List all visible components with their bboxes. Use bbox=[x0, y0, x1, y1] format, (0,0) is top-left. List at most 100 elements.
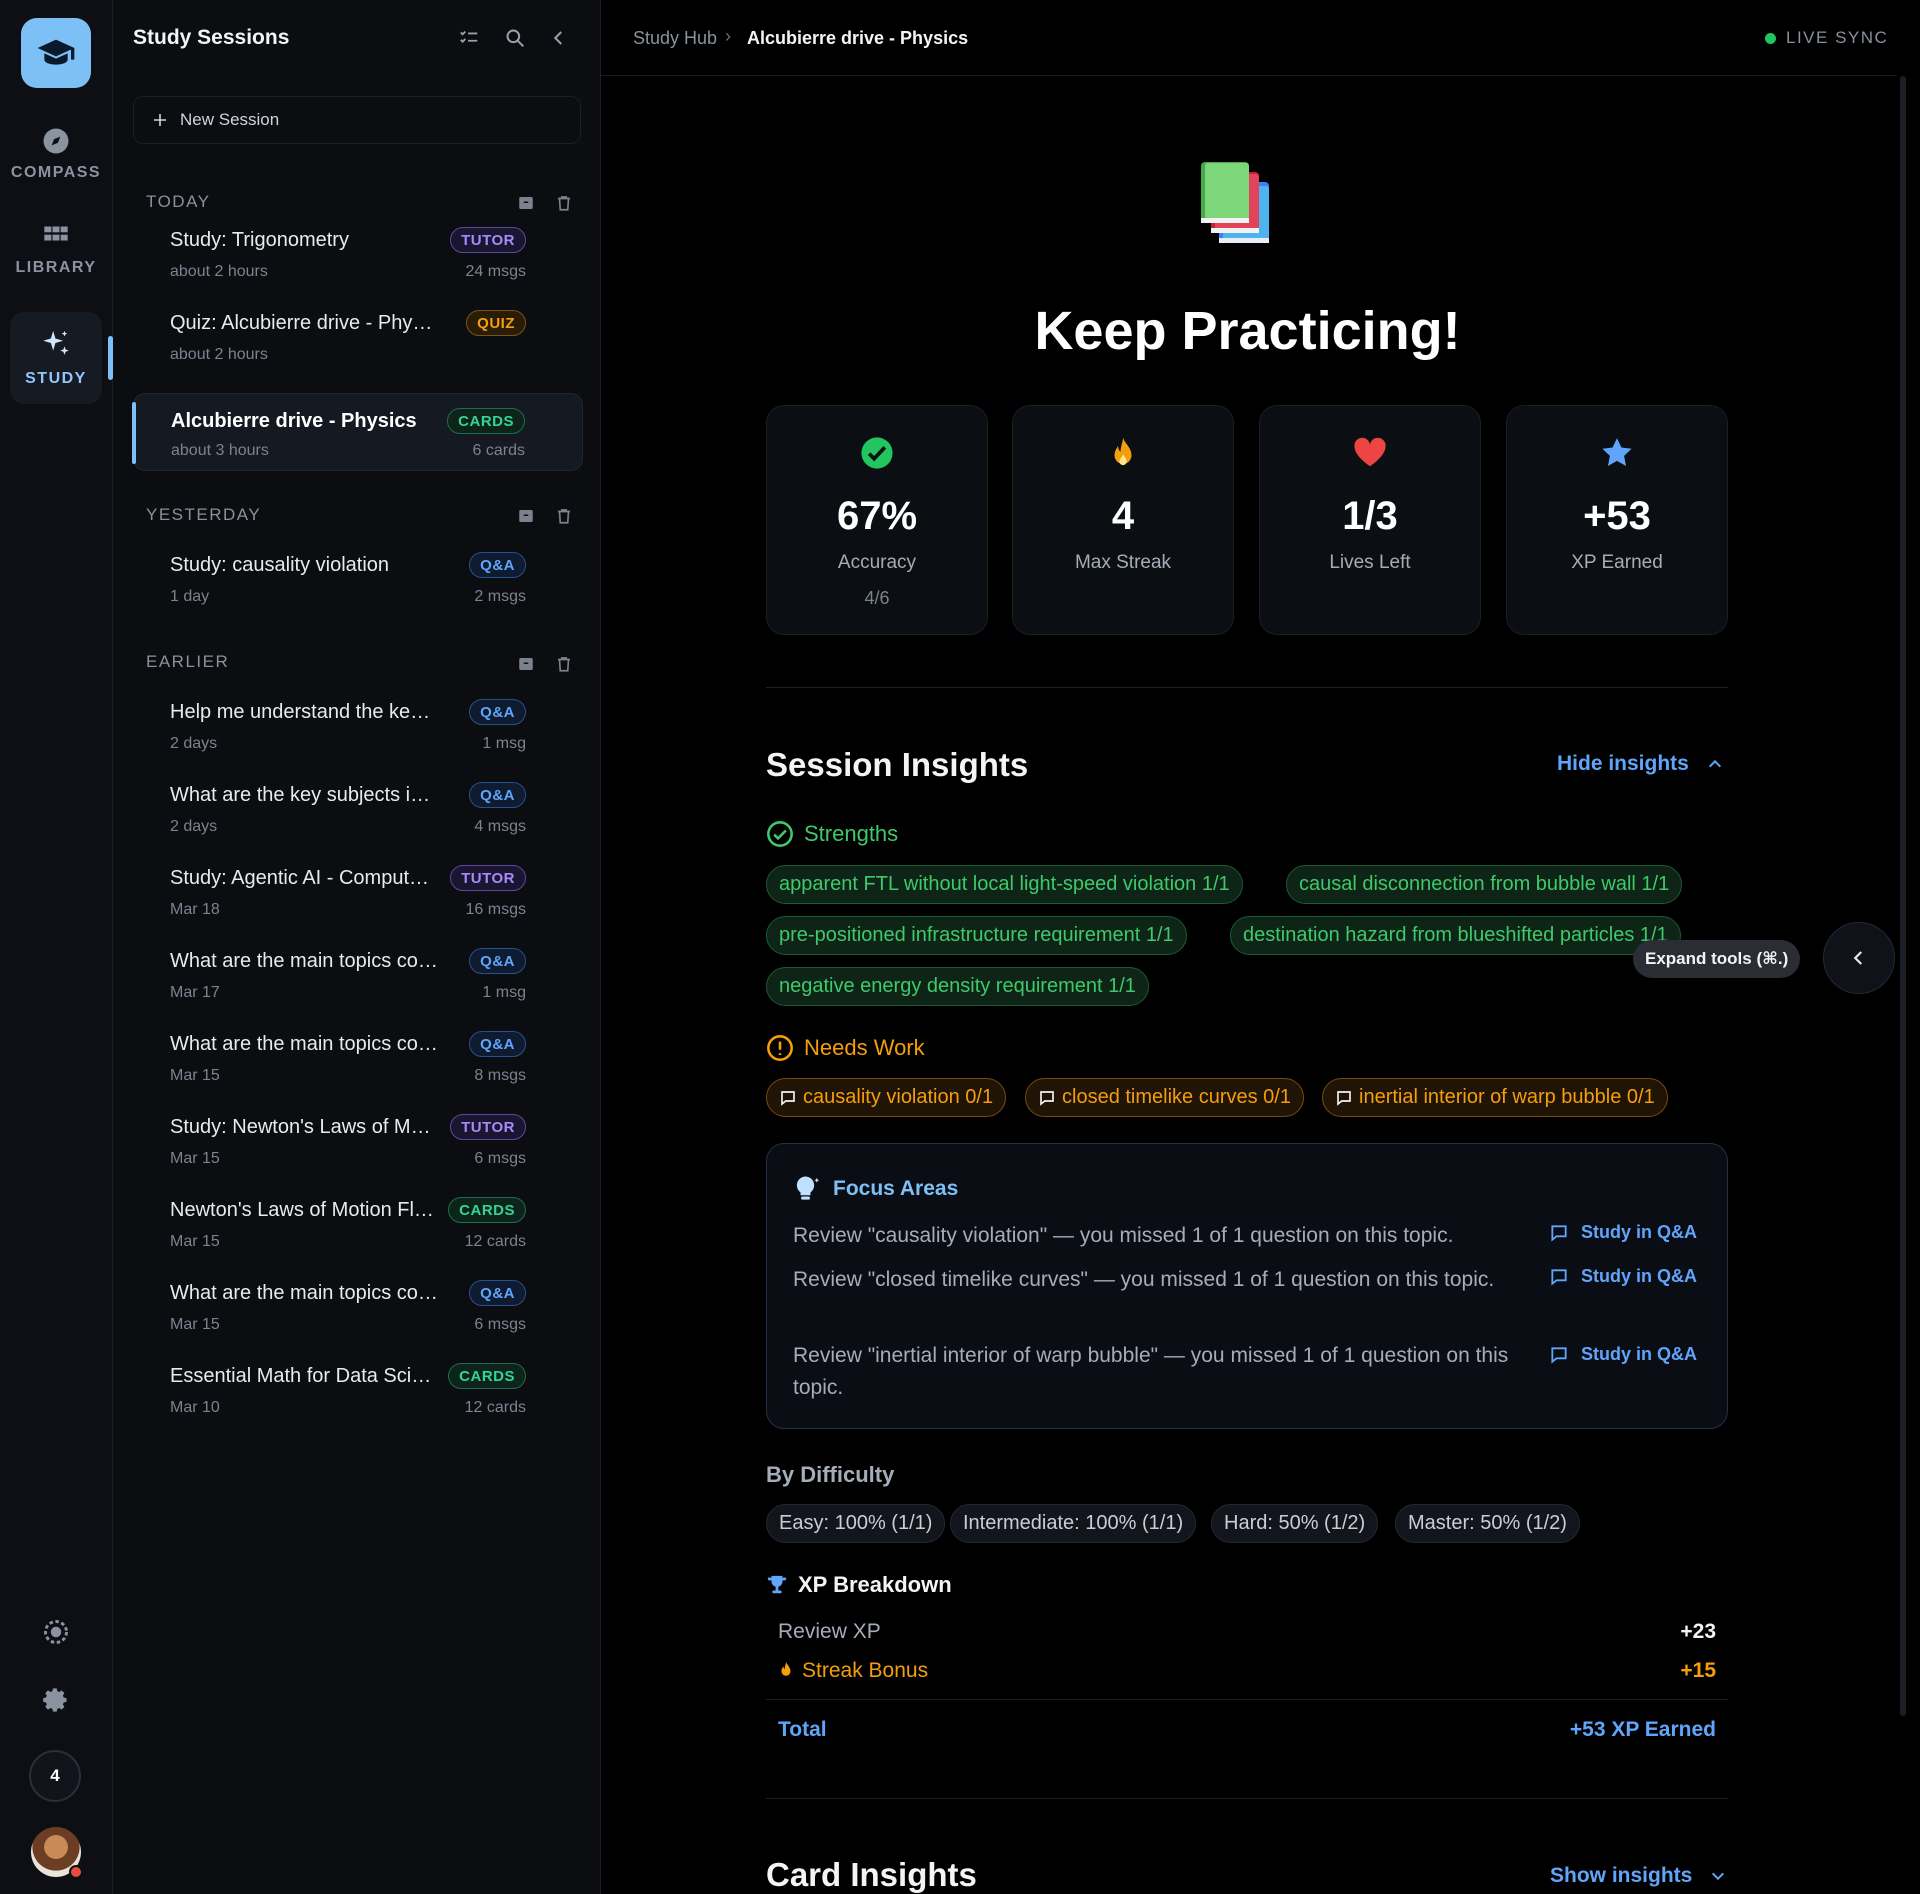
new-session-button[interactable]: New Session bbox=[133, 96, 581, 144]
stat-label: Accuracy bbox=[837, 552, 917, 573]
nav-rail: COMPASS LIBRARY STUDY 4 bbox=[0, 0, 113, 1894]
needs-work-chip-label: causality violation 0/1 bbox=[803, 1086, 994, 1108]
needs-work-chip[interactable]: closed timelike curves 0/1 bbox=[1025, 1078, 1304, 1117]
session-item[interactable]: What are the key subjects in this Q&A 2 … bbox=[133, 770, 583, 848]
needs-work-chip[interactable]: inertial interior of warp bubble 0/1 bbox=[1322, 1078, 1668, 1117]
needs-work-label: Needs Work bbox=[804, 1035, 925, 1060]
needs-work-chip-label: closed timelike curves 0/1 bbox=[1062, 1086, 1291, 1108]
session-title: Study: Agentic AI - Computer Use bbox=[170, 867, 440, 889]
select-mode-button[interactable] bbox=[455, 24, 483, 52]
xp-total-label: Total bbox=[778, 1718, 827, 1741]
study-in-qa-label: Study in Q&A bbox=[1581, 1266, 1697, 1286]
study-in-qa-label: Study in Q&A bbox=[1581, 1344, 1697, 1364]
hide-insights-button[interactable]: Hide insights bbox=[1557, 752, 1723, 776]
session-title: Newton's Laws of Motion Flashcards bbox=[170, 1199, 440, 1221]
group-actions-earlier bbox=[517, 655, 573, 673]
xp-review-label: Review XP bbox=[778, 1620, 881, 1643]
nav-compass-label: COMPASS bbox=[10, 164, 102, 181]
session-count: 1 msg bbox=[482, 735, 526, 752]
session-item[interactable]: Help me understand the key concepts Q&A … bbox=[133, 687, 583, 765]
chat-bubble-icon bbox=[1551, 1346, 1567, 1364]
focus-item-text: Review "inertial interior of warp bubble… bbox=[793, 1344, 1509, 1399]
session-count: 6 cards bbox=[472, 442, 525, 459]
needs-work-chip[interactable]: causality violation 0/1 bbox=[766, 1078, 1007, 1117]
collapse-sidebar-button[interactable] bbox=[545, 24, 573, 52]
session-time: Mar 10 bbox=[170, 1399, 220, 1416]
session-item[interactable]: Study: Trigonometry TUTOR about 2 hours … bbox=[133, 215, 583, 293]
session-type-badge: TUTOR bbox=[450, 1114, 526, 1140]
scrollbar[interactable] bbox=[1897, 76, 1909, 1716]
archive-icon[interactable] bbox=[517, 194, 535, 212]
session-type-badge: CARDS bbox=[448, 1363, 526, 1389]
trash-icon[interactable] bbox=[555, 507, 573, 525]
streak-counter[interactable]: 4 bbox=[29, 1750, 81, 1802]
show-insights-button[interactable]: Show insights bbox=[1550, 1864, 1726, 1888]
session-count: 16 msgs bbox=[465, 901, 526, 918]
nav-study[interactable]: STUDY bbox=[10, 312, 102, 404]
gear-icon bbox=[43, 1688, 67, 1712]
focus-areas-heading: Focus Areas bbox=[793, 1174, 958, 1204]
session-type-badge: TUTOR bbox=[450, 865, 526, 891]
user-avatar[interactable] bbox=[31, 1827, 83, 1879]
graduation-cap-icon bbox=[37, 39, 75, 65]
stat-label: Lives Left bbox=[1329, 552, 1411, 573]
chevron-up-icon bbox=[1708, 759, 1721, 768]
trash-icon[interactable] bbox=[555, 655, 573, 673]
session-item[interactable]: Study: causality violation Q&A 1 day 2 m… bbox=[133, 540, 583, 618]
session-time: Mar 15 bbox=[170, 1067, 220, 1084]
difficulty-chip: Master: 50% (1/2) bbox=[1395, 1504, 1580, 1543]
session-item[interactable]: Study: Newton's Laws of Motion TUTOR Mar… bbox=[133, 1102, 583, 1180]
chevron-left-icon bbox=[553, 31, 562, 45]
session-item[interactable]: Essential Math for Data Science CARDS Ma… bbox=[133, 1351, 583, 1429]
archive-icon[interactable] bbox=[517, 507, 535, 525]
books-icon bbox=[1201, 162, 1269, 243]
session-item[interactable]: What are the main topics covered Q&A Mar… bbox=[133, 1019, 583, 1097]
archive-icon[interactable] bbox=[517, 655, 535, 673]
session-time: 2 days bbox=[170, 735, 218, 752]
difficulty-chip: Hard: 50% (1/2) bbox=[1211, 1504, 1379, 1543]
session-item[interactable]: Newton's Laws of Motion Flashcards CARDS… bbox=[133, 1185, 583, 1263]
session-title: Essential Math for Data Science bbox=[170, 1365, 440, 1387]
session-type-badge: QUIZ bbox=[466, 310, 526, 336]
session-item[interactable]: Study: Agentic AI - Computer Use TUTOR M… bbox=[133, 853, 583, 931]
trophy-icon bbox=[767, 1575, 787, 1594]
xp-breakdown-heading: XP Breakdown bbox=[766, 1572, 952, 1598]
app-logo[interactable] bbox=[21, 18, 91, 88]
results-title: Keep Practicing! bbox=[1034, 301, 1461, 361]
live-sync-label: LIVE SYNC bbox=[1786, 28, 1889, 47]
session-item[interactable]: Quiz: Alcubierre drive - Physics QUIZ ab… bbox=[133, 298, 583, 376]
session-item[interactable]: What are the main topics covered Q&A Mar… bbox=[133, 1268, 583, 1346]
session-title: Study: Trigonometry bbox=[170, 229, 349, 251]
session-count: 24 msgs bbox=[465, 263, 526, 280]
session-type-badge: Q&A bbox=[469, 1280, 526, 1306]
study-in-qa-link[interactable]: Study in Q&A bbox=[1549, 1266, 1697, 1287]
nav-compass[interactable]: COMPASS bbox=[10, 108, 102, 200]
main-content: Study Hub › Alcubierre drive - Physics L… bbox=[601, 0, 1920, 1894]
study-in-qa-link[interactable]: Study in Q&A bbox=[1549, 1344, 1697, 1365]
scrollbar-thumb[interactable] bbox=[1900, 76, 1906, 1716]
divider bbox=[766, 687, 1728, 688]
xp-review-value: +23 bbox=[1680, 1620, 1716, 1643]
group-actions-yesterday bbox=[517, 507, 573, 525]
nav-library[interactable]: LIBRARY bbox=[10, 204, 102, 296]
theme-button[interactable] bbox=[36, 1612, 76, 1652]
alert-circle-icon bbox=[767, 1035, 793, 1061]
xp-breakdown-label: XP Breakdown bbox=[798, 1572, 952, 1597]
session-time: 1 day bbox=[170, 588, 210, 605]
chat-bubble-icon bbox=[1551, 1268, 1567, 1286]
search-button[interactable] bbox=[501, 24, 529, 52]
settings-button[interactable] bbox=[36, 1680, 76, 1720]
breadcrumb-root[interactable]: Study Hub bbox=[633, 28, 717, 49]
card-insights-title: Card Insights bbox=[766, 1856, 977, 1893]
session-type-badge: Q&A bbox=[469, 1031, 526, 1057]
expand-tools-button[interactable] bbox=[1823, 922, 1895, 994]
trash-icon[interactable] bbox=[555, 194, 573, 212]
session-item-active[interactable]: Alcubierre drive - Physics CARDS about 3… bbox=[132, 393, 583, 471]
study-in-qa-link[interactable]: Study in Q&A bbox=[1549, 1222, 1697, 1243]
group-label-earlier: EARLIER bbox=[146, 652, 230, 671]
session-item[interactable]: What are the main topics covered Q&A Mar… bbox=[133, 936, 583, 1014]
compass-icon bbox=[43, 128, 69, 154]
focus-areas-label: Focus Areas bbox=[833, 1177, 959, 1200]
focus-item-text: Review "closed timelike curves" — you mi… bbox=[793, 1268, 1495, 1291]
flame-icon bbox=[1114, 437, 1132, 466]
